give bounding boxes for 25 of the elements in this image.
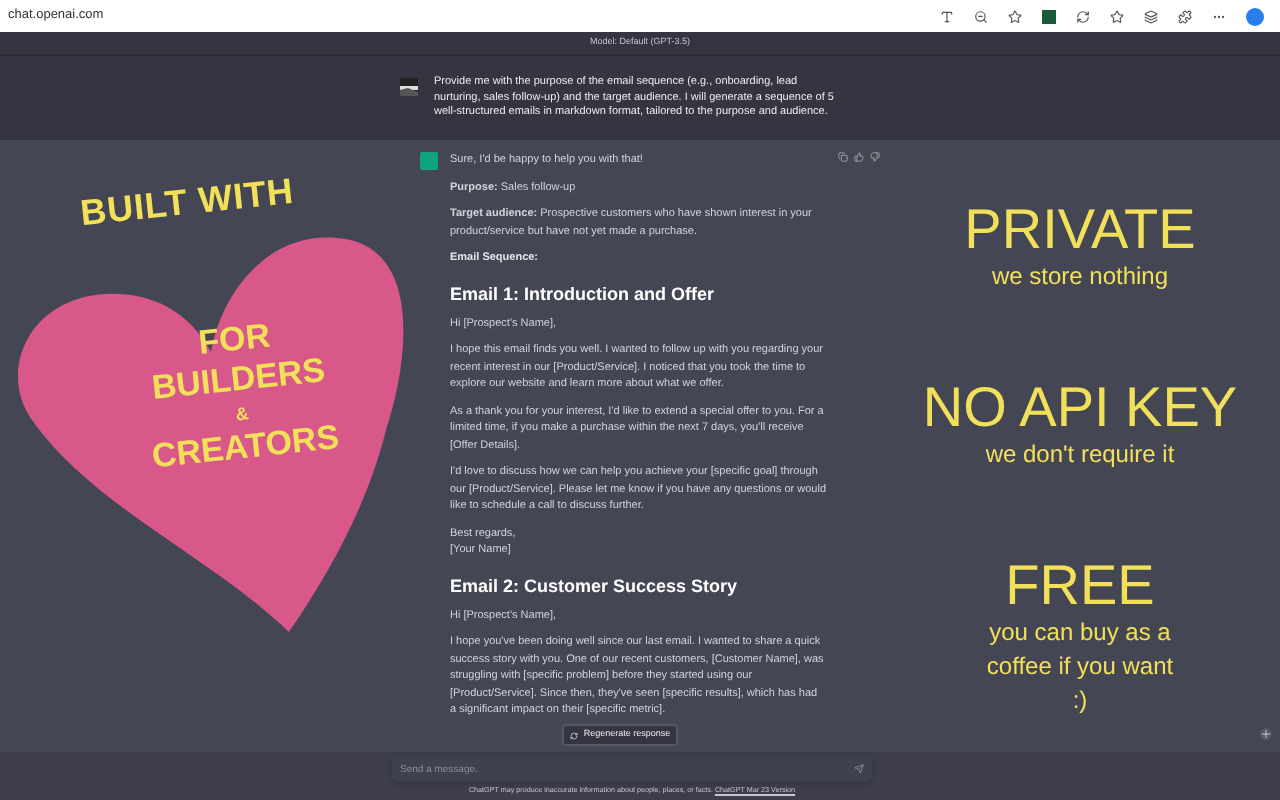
copy-icon[interactable] <box>838 152 848 162</box>
favorite-star-icon[interactable] <box>1008 9 1022 23</box>
email-heading: Email 2: Customer Success Story <box>450 573 740 597</box>
feature-subtitle: :) <box>1072 684 1088 718</box>
thumbs-up-icon[interactable] <box>854 152 864 162</box>
built-with-title: BUILT WITH <box>77 168 297 238</box>
feature-heading: PRIVATE <box>964 200 1196 260</box>
regenerate-icon <box>569 731 578 740</box>
feature-subtitle: we store nothing <box>991 260 1169 294</box>
assistant-avatar-icon <box>420 152 438 170</box>
collections-icon[interactable] <box>1144 9 1158 23</box>
scroll-down-icon[interactable] <box>1260 728 1272 740</box>
feature-subtitle: you can buy as a <box>989 616 1171 650</box>
feature-heading: FREE <box>1005 556 1155 616</box>
feature-heading: NO API KEY <box>922 378 1238 438</box>
send-icon[interactable] <box>854 764 864 774</box>
feature-subtitle: we don't require it <box>985 438 1175 472</box>
feature-subtitle: coffee if you want <box>986 650 1174 684</box>
thumbs-down-icon[interactable] <box>870 152 880 162</box>
extensions-icon[interactable] <box>1178 9 1192 23</box>
extension-icon[interactable] <box>1042 9 1056 23</box>
zoom-out-icon[interactable] <box>974 9 988 23</box>
refresh-extension-icon[interactable] <box>1076 9 1090 23</box>
email-heading: Email 1: Introduction and Offer <box>450 281 717 305</box>
favorites-icon[interactable] <box>1110 9 1124 23</box>
